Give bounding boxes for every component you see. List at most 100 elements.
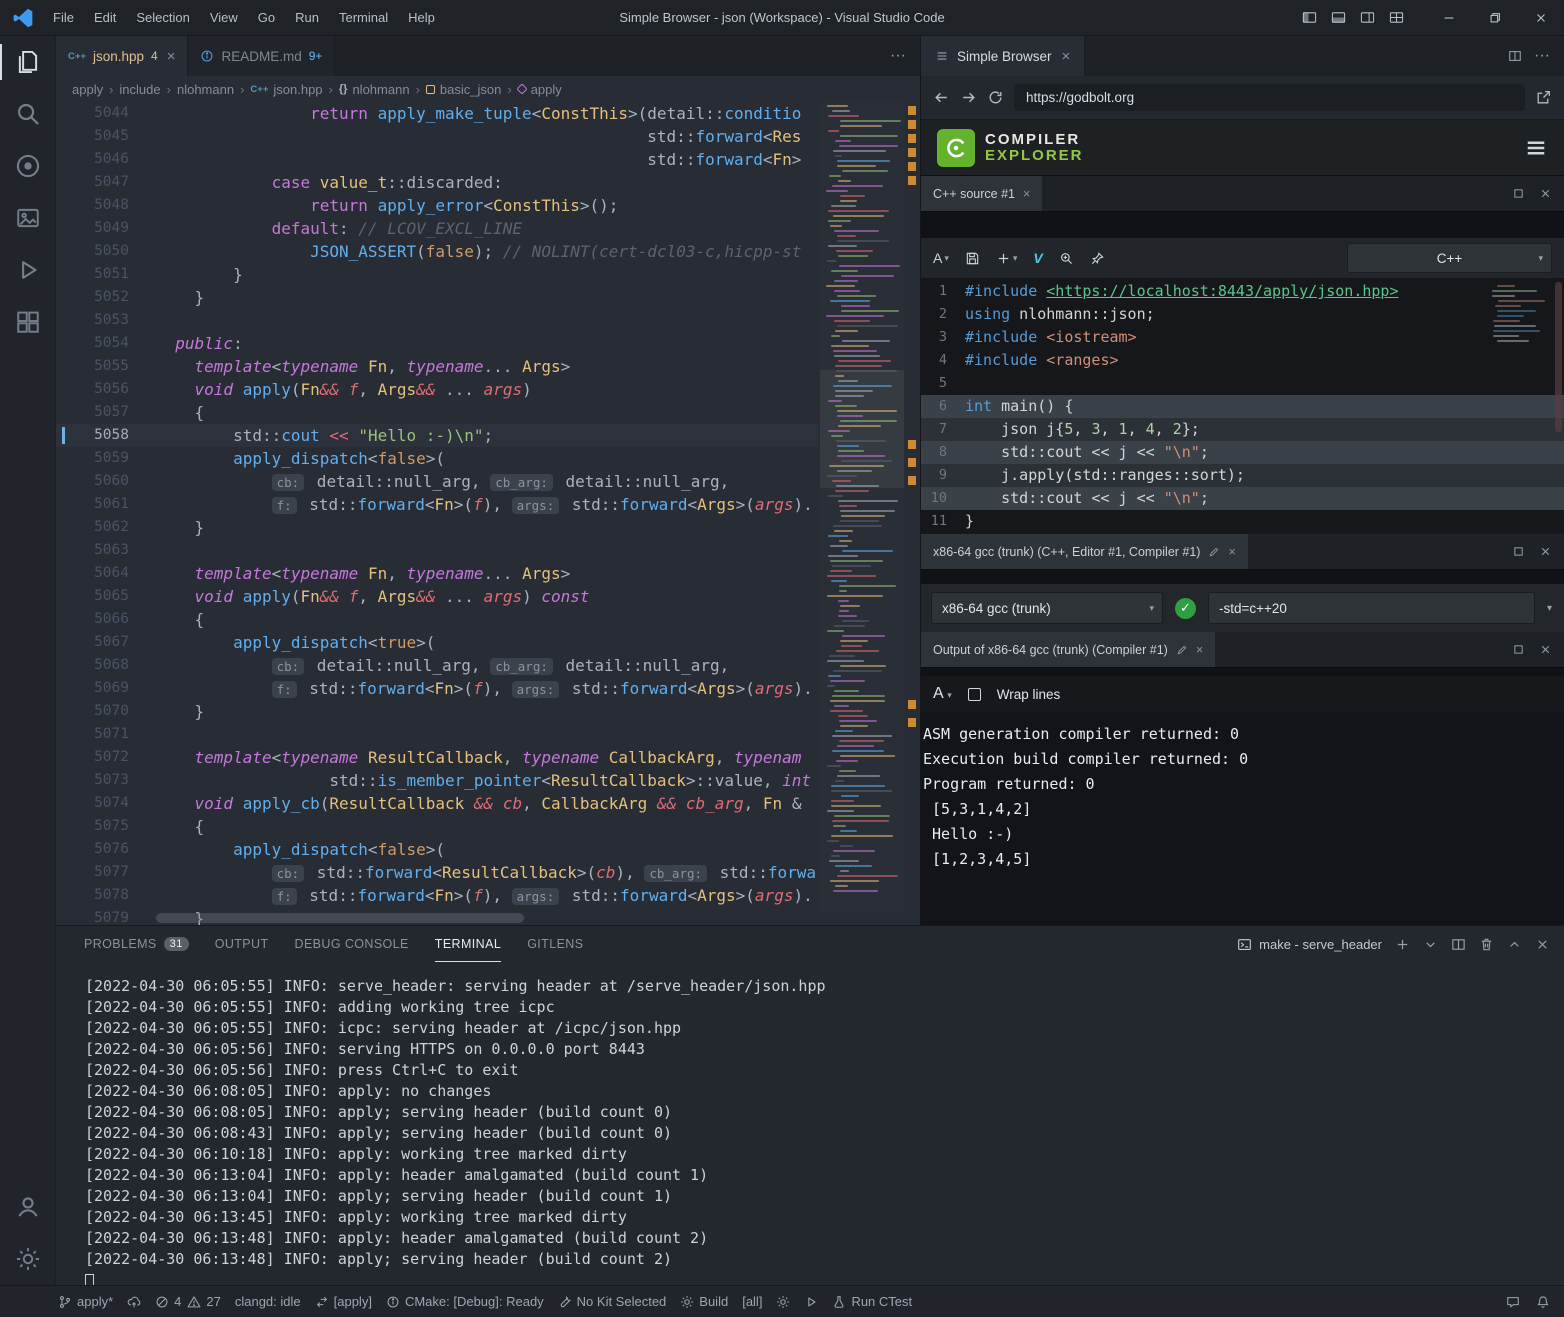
menu-help[interactable]: Help (399, 6, 444, 29)
url-input[interactable]: https://godbolt.org (1014, 84, 1525, 111)
tab-json-hpp[interactable]: C++ json.hpp 4 × (56, 36, 188, 76)
customize-layout-icon[interactable] (1389, 10, 1404, 25)
toggle-secondary-sidebar-icon[interactable] (1360, 10, 1375, 25)
maximize-pane-icon[interactable] (1512, 643, 1525, 656)
options-dropdown-icon[interactable]: ▾ (1547, 603, 1554, 614)
menu-edit[interactable]: Edit (85, 6, 125, 29)
panel-tab-terminal[interactable]: TERMINAL (435, 926, 501, 962)
editor-more-actions-icon[interactable]: ··· (890, 47, 906, 65)
font-size-button[interactable]: A ▾ (933, 250, 949, 266)
code-editor[interactable]: 5044 return apply_make_tuple<ConstThis>(… (56, 102, 920, 925)
menu-go[interactable]: Go (249, 6, 284, 29)
scrollbar-thumb[interactable] (156, 913, 524, 923)
toggle-sidebar-icon[interactable] (1302, 10, 1317, 25)
activity-run-and-debug[interactable] (0, 244, 56, 296)
compiler-pane-tab[interactable]: x86-64 gcc (trunk) (C++, Editor #1, Comp… (921, 534, 1248, 569)
status-debug-target[interactable] (776, 1295, 790, 1309)
breadcrumb-item-nlohmann[interactable]: {}nlohmann (339, 82, 410, 97)
menu-run[interactable]: Run (286, 6, 328, 29)
new-terminal-icon[interactable] (1395, 937, 1410, 952)
activity-accounts[interactable] (0, 1181, 56, 1233)
reload-icon[interactable] (987, 89, 1004, 106)
menu-file[interactable]: File (44, 6, 83, 29)
back-icon[interactable] (933, 89, 950, 106)
toggle-panel-icon[interactable] (1331, 10, 1346, 25)
close-icon[interactable]: × (1062, 48, 1071, 65)
status-problems-errors[interactable]: 4 (155, 1294, 181, 1309)
status-run-ctest[interactable]: Run CTest (832, 1294, 912, 1309)
compiler-output[interactable]: ASM generation compiler returned: 0Execu… (921, 712, 1564, 925)
status-cmake-build[interactable]: Build (680, 1294, 728, 1309)
status-problems-warnings[interactable]: 27 (187, 1294, 220, 1309)
status-notifications[interactable] (1536, 1295, 1550, 1309)
status-git-branch[interactable]: apply* (58, 1294, 113, 1309)
compiler-select[interactable]: x86-64 gcc (trunk) ▾ (931, 592, 1163, 624)
close-button[interactable] (1518, 0, 1564, 36)
menu-view[interactable]: View (201, 6, 247, 29)
menu-terminal[interactable]: Terminal (330, 6, 397, 29)
close-icon[interactable]: × (1196, 643, 1203, 657)
minimap[interactable] (820, 102, 904, 911)
activity-image-preview[interactable] (0, 192, 56, 244)
panel-tab-problems[interactable]: PROBLEMS31 (84, 926, 189, 962)
status-cmake-kit[interactable]: No Kit Selected (558, 1294, 667, 1309)
source-scrollbar[interactable] (1555, 282, 1562, 432)
rename-pane-icon[interactable] (1176, 644, 1188, 656)
browser-more-actions-icon[interactable]: ··· (1534, 47, 1550, 65)
breadcrumb-item-apply[interactable]: apply (72, 82, 103, 97)
terminal-output[interactable]: [2022-04-30 06:05:55] INFO: serve_header… (56, 962, 1564, 1285)
vim-mode-button[interactable]: V (1033, 250, 1042, 266)
close-pane-icon[interactable] (1539, 643, 1552, 656)
maximize-pane-icon[interactable] (1512, 187, 1525, 200)
kill-terminal-icon[interactable] (1479, 937, 1494, 952)
close-icon[interactable]: × (1228, 545, 1235, 559)
status-publish-changes[interactable] (127, 1295, 141, 1309)
terminal-select[interactable]: make - serve_header (1237, 937, 1382, 952)
add-pane-button[interactable]: ▾ (996, 251, 1018, 266)
panel-tab-debug-console[interactable]: DEBUG CONSOLE (295, 926, 409, 962)
breadcrumb-item-json.hpp[interactable]: C++json.hpp (250, 82, 322, 97)
panel-tab-gitlens[interactable]: GITLENS (527, 926, 583, 962)
save-icon[interactable] (965, 251, 980, 266)
hamburger-menu-icon[interactable] (1524, 136, 1548, 160)
breadcrumb-item-apply[interactable]: apply (518, 82, 562, 97)
split-editor-icon[interactable] (1508, 49, 1522, 63)
status-build-target[interactable]: [all] (742, 1294, 762, 1309)
tab-readme-md[interactable]: README.md 9+ (188, 36, 335, 76)
activity-search[interactable] (0, 88, 56, 140)
close-panel-icon[interactable] (1535, 937, 1550, 952)
close-pane-icon[interactable] (1539, 545, 1552, 558)
close-pane-icon[interactable] (1539, 187, 1552, 200)
close-icon[interactable]: × (167, 48, 176, 65)
restore-button[interactable] (1472, 0, 1518, 36)
pin-icon[interactable] (1090, 251, 1105, 266)
source-pane-tab[interactable]: C++ source #1 × (921, 176, 1042, 211)
status-cmake-project[interactable]: [apply] (315, 1294, 372, 1309)
status-feedback[interactable] (1506, 1295, 1520, 1309)
language-select[interactable]: C++ ▾ (1347, 243, 1552, 273)
terminal-dropdown-icon[interactable] (1423, 937, 1438, 952)
status-clangd-status[interactable]: clangd: idle (235, 1294, 301, 1309)
tab-simple-browser[interactable]: Simple Browser × (921, 36, 1085, 76)
activity-explorer[interactable] (0, 36, 56, 88)
breadcrumb-item-basic_json[interactable]: basic_json (426, 82, 501, 97)
breadcrumb-item-nlohmann[interactable]: nlohmann (177, 82, 234, 97)
source-editor[interactable]: 1#include <https://localhost:8443/apply/… (921, 278, 1564, 534)
breadcrumb-item-include[interactable]: include (119, 82, 160, 97)
activity-settings[interactable] (0, 1233, 56, 1285)
maximize-pane-icon[interactable] (1512, 545, 1525, 558)
status-launch-target[interactable] (804, 1295, 818, 1309)
compiler-options-input[interactable]: -std=c++20 (1208, 592, 1535, 624)
wrap-lines-checkbox[interactable] (968, 688, 981, 701)
maximize-panel-icon[interactable] (1507, 937, 1522, 952)
output-pane-tab[interactable]: Output of x86-64 gcc (trunk) (Compiler #… (921, 632, 1215, 667)
status-cmake-status[interactable]: CMake: [Debug]: Ready (386, 1294, 544, 1309)
close-icon[interactable]: × (1023, 187, 1030, 201)
rename-pane-icon[interactable] (1208, 546, 1220, 558)
minimize-button[interactable] (1426, 0, 1472, 36)
activity-extensions[interactable] (0, 296, 56, 348)
open-external-icon[interactable] (1535, 89, 1552, 106)
output-font-size-button[interactable]: A ▾ (933, 685, 952, 703)
forward-icon[interactable] (960, 89, 977, 106)
horizontal-scrollbar[interactable] (156, 913, 800, 923)
